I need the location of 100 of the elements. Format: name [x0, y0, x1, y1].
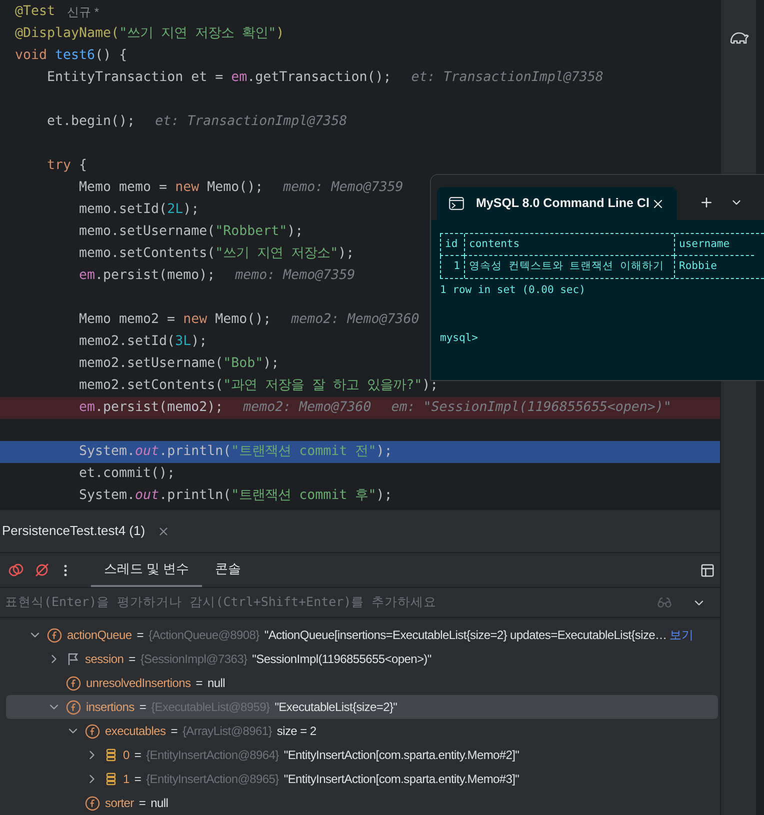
code-text: Memo(); — [206, 179, 264, 198]
table-header: contents — [464, 234, 674, 256]
variable-row[interactable]: 1 = {EntityInsertAction@8965} "EntityInsertAction[com.sparta.entity.Memo#3]" — [6, 767, 718, 791]
inline-value-hint: memo: Memo@7359 — [235, 267, 356, 286]
object-reference: {ArrayList@8961} — [182, 723, 272, 740]
table-header: username — [674, 234, 754, 256]
table-cell: Robbie — [674, 256, 754, 278]
field-icon — [85, 796, 100, 810]
code-text: memo.setContents( — [79, 245, 216, 264]
string-literal: "Robbert" — [215, 223, 288, 242]
terminal-icon — [449, 197, 464, 210]
layout-icon[interactable] — [700, 562, 715, 578]
panel-tab[interactable]: 콘솔 — [202, 553, 254, 587]
code-text: memo2.setId( — [79, 333, 176, 352]
annotation-text: ) — [276, 25, 284, 44]
object-reference: {ActionQueue@8908} — [148, 627, 260, 644]
code-text: ); — [183, 201, 200, 220]
code-text: memo.setUsername( — [79, 223, 216, 242]
code-text: .persist(memo2); — [95, 399, 224, 418]
number-literal: 2L — [167, 201, 184, 220]
variable-name: insertions — [86, 699, 134, 716]
code-text: System. — [79, 443, 136, 462]
code-text: memo.setId( — [79, 201, 168, 220]
variable-value: "ExecutableList{size=2}" — [274, 699, 398, 716]
code-text: .persist(memo); — [95, 267, 216, 286]
keyword-text: void — [15, 47, 48, 66]
code-text: ); — [338, 245, 354, 264]
mute-breakpoints-icon[interactable] — [34, 562, 50, 578]
variable-value: "EntityInsertAction[com.sparta.entity.Memo#2]" — [284, 747, 520, 764]
static-field-text: out — [135, 443, 160, 462]
session-tab[interactable]: PersistenceTest.test4 (1) — [0, 521, 170, 541]
field-text: em — [231, 69, 248, 88]
code-text: Memo memo = — [79, 179, 168, 198]
code-text: .getTransaction(); — [247, 69, 392, 88]
code-text: ); — [376, 443, 392, 462]
variable-row[interactable]: 0 = {EntityInsertAction@8964} "EntityInsertAction[com.sparta.entity.Memo#2]" — [6, 743, 718, 767]
field-icon — [47, 628, 62, 642]
view-link[interactable]: 보기 — [670, 626, 694, 644]
static-field-text: out — [135, 487, 160, 506]
inline-value-hint: memo2: Memo@7360 — [243, 399, 372, 418]
number-literal: 3L — [175, 333, 192, 352]
equals-text: = — [170, 723, 178, 740]
inline-value-hint: et: TransactionImpl@7358 — [411, 69, 604, 88]
object-reference: {EntityInsertAction@8965} — [146, 771, 279, 788]
code-text: et.commit(); — [79, 465, 176, 484]
list-icon — [104, 748, 118, 762]
string-literal: "쓰기 지연 저장소" — [215, 245, 338, 264]
string-literal: "과연 저장을 잘 하고 있을까?" — [223, 377, 422, 396]
variable-row[interactable]: sorter = null — [6, 791, 718, 815]
code-text: ); — [263, 355, 280, 374]
expression-input[interactable]: 표현식(Enter)을 평가하거나 감시(Ctrl+Shift+Enter)를 추가하세요 — [5, 593, 657, 612]
table-cell: 영속성 컨텍스트와 트랜잭션 이해하기 — [464, 256, 674, 278]
table-cell: 1 — [440, 256, 464, 278]
string-literal: "트랜잭션 commit 후" — [231, 487, 376, 506]
field-icon — [66, 676, 81, 690]
variable-name: executables — [105, 723, 166, 740]
variable-name: sorter — [105, 795, 134, 812]
variable-row[interactable]: session = {SessionImpl@7363} "SessionImpl(1196855655<open>)" — [6, 647, 718, 671]
new-tab-icon[interactable] — [699, 195, 714, 210]
list-icon — [104, 772, 118, 786]
variable-name: session — [85, 651, 124, 668]
field-text: em — [79, 399, 96, 418]
new-label: 신규 * — [67, 4, 100, 21]
string-literal: "쓰기 지연 저장소 확인" — [119, 25, 276, 44]
equals-text: = — [196, 675, 202, 692]
inline-value-hint: memo2: Memo@7360 — [291, 311, 420, 330]
terminal-title: MySQL 8.0 Command Line Cl — [476, 195, 650, 212]
code-text: memo2.setContents( — [79, 377, 224, 396]
equals-text: = — [139, 699, 146, 716]
field-text: em — [79, 267, 96, 286]
variable-row[interactable]: unresolvedInsertions = null — [6, 671, 718, 695]
variable-name: 1 — [123, 771, 130, 788]
code-text: et.begin(); — [47, 113, 136, 132]
inline-value-hint: memo: Memo@7359 — [283, 179, 404, 198]
linked-circles-icon[interactable] — [8, 562, 24, 578]
annotation-text: @Test — [15, 3, 56, 22]
string-literal: "Bob" — [223, 355, 264, 374]
variable-value: null — [150, 795, 168, 812]
code-text: ); — [287, 223, 304, 242]
variable-value: null — [207, 675, 225, 692]
code-text: System. — [79, 487, 136, 506]
keyword-text: new — [175, 179, 200, 198]
object-reference: {SessionImpl@7363} — [140, 651, 248, 668]
variable-value: "SessionImpl(1196855655<open>)" — [252, 651, 432, 668]
variable-row[interactable]: actionQueue = {ActionQueue@8908} "ActionQueue[insertions=ExecutableList{size=2} updates=ExecutableList{size… 보기 — [6, 623, 718, 647]
code-text: .println( — [159, 487, 232, 506]
equals-text: = — [138, 795, 146, 812]
code-text: ); — [376, 487, 392, 506]
terminal-tab[interactable]: MySQL 8.0 Command Line Cl — [437, 187, 677, 220]
object-reference: {EntityInsertAction@8964} — [146, 747, 279, 764]
code-text: () { — [95, 47, 128, 66]
equals-text: = — [134, 771, 142, 788]
field-icon — [85, 724, 100, 738]
table-header: id — [440, 234, 464, 256]
annotation-text: @DisplayName( — [15, 25, 120, 44]
equals-text: = — [128, 651, 136, 668]
variable-name: 0 — [123, 747, 130, 764]
equals-text: = — [134, 747, 142, 764]
code-text: .println( — [159, 443, 232, 462]
variable-row[interactable]: executables = {ArrayList@8961} size = 2 — [6, 719, 718, 743]
